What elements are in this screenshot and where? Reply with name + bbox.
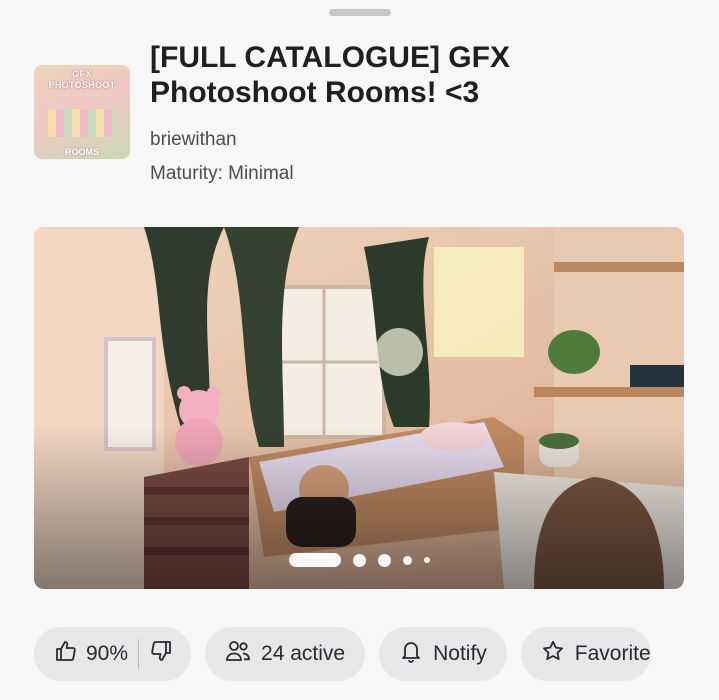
thumbnail-caption-bottom: ROOMS	[64, 147, 99, 157]
active-count: 24 active	[261, 642, 346, 665]
carousel-dot-1[interactable]	[288, 553, 341, 567]
people-icon	[225, 639, 251, 669]
game-details-sheet: GFX PHOTOSHOOT ROOMS [FULL CATALOGUE] GF…	[0, 0, 719, 700]
maturity-rating: Maturity: Minimal	[150, 163, 294, 184]
vote-pill: 90%	[34, 627, 192, 681]
game-title-line-2: Photoshoot Rooms! <3	[150, 76, 480, 109]
carousel-dot-5[interactable]	[423, 557, 430, 563]
thumbs-up-icon[interactable]	[54, 639, 78, 669]
star-icon	[541, 639, 565, 669]
favorite-label: Favorite	[574, 642, 651, 665]
notify-label: Notify	[433, 642, 487, 665]
vote-divider	[138, 639, 140, 669]
game-thumbnail[interactable]: GFX PHOTOSHOOT ROOMS	[34, 65, 130, 159]
bell-icon	[399, 639, 423, 669]
game-title: [FULL CATALOGUE] GFX Photoshoot Rooms! <…	[150, 40, 570, 110]
carousel-dot-4[interactable]	[402, 555, 412, 565]
rating-percent: 90%	[86, 642, 129, 665]
action-bar: 90% 24 active Notify Favorite	[34, 627, 651, 681]
thumbnail-art	[48, 109, 116, 137]
favorite-button[interactable]: Favorite	[520, 627, 651, 681]
notify-button[interactable]: Notify	[379, 627, 507, 681]
creator-link[interactable]: briewithan	[150, 129, 570, 151]
carousel-dot-2[interactable]	[352, 553, 366, 567]
title-block: [FULL CATALOGUE] GFX Photoshoot Rooms! <…	[150, 40, 570, 185]
carousel-indicator	[34, 553, 684, 567]
carousel-dot-3[interactable]	[377, 553, 391, 567]
thumbnail-caption-line-2: PHOTOSHOOT	[48, 80, 116, 90]
screenshot-carousel[interactable]	[34, 227, 684, 589]
sheet-drag-handle[interactable]	[329, 9, 391, 16]
thumbnail-caption: GFX PHOTOSHOOT	[34, 69, 130, 91]
game-title-line-1: [FULL CATALOGUE] GFX	[150, 41, 510, 74]
active-players-pill[interactable]: 24 active	[205, 627, 366, 681]
thumbnail-caption-line-1: GFX	[72, 69, 92, 79]
thumbs-down-icon[interactable]	[149, 639, 173, 669]
screenshot-image	[34, 227, 684, 589]
game-header: GFX PHOTOSHOOT ROOMS [FULL CATALOGUE] GF…	[34, 40, 570, 185]
